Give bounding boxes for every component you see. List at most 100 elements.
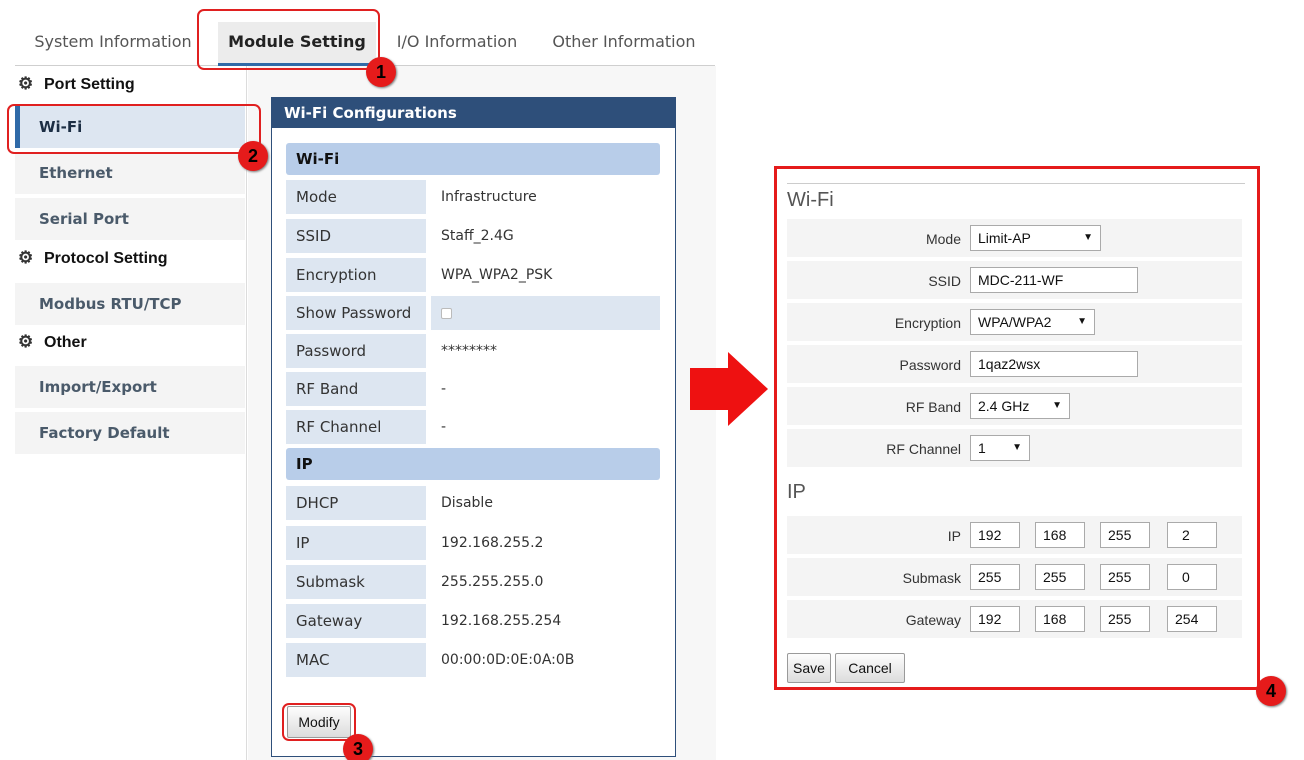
info-row-password: Password ******** — [286, 334, 660, 368]
row-label: Encryption — [286, 258, 426, 292]
form-row-ip: IP 192 168 255 2 — [787, 516, 1242, 556]
encryption-select[interactable]: WPA/WPA2 ▼ — [970, 309, 1095, 335]
row-value: Disable — [441, 495, 493, 511]
select-value: 2.4 GHz — [978, 398, 1030, 414]
form-row-encryption: Encryption WPA/WPA2 ▼ — [787, 303, 1242, 343]
row-label: Gateway — [286, 604, 426, 638]
row-value: - — [441, 419, 447, 435]
ip-octet-2-input[interactable]: 168 — [1035, 522, 1085, 548]
row-value: Staff_2.4G — [441, 228, 514, 244]
row-value: - — [441, 381, 447, 397]
submask-octet-2-input[interactable]: 255 — [1035, 564, 1085, 590]
row-value: ******** — [441, 343, 497, 359]
form-row-mode: Mode Limit-AP ▼ — [787, 219, 1242, 259]
info-row-ip: IP 192.168.255.2 — [286, 526, 660, 560]
form-row-submask: Submask 255 255 255 0 — [787, 558, 1242, 598]
row-value: 00:00:0D:0E:0A:0B — [441, 652, 575, 668]
step-badge-3: 3 — [343, 734, 373, 760]
sidebar: ⚙ Port Setting Wi-Fi Ethernet Serial Port… — [15, 66, 247, 760]
info-row-mac: MAC 00:00:0D:0E:0A:0B — [286, 643, 660, 677]
gear-icon: ⚙ — [18, 74, 34, 93]
sidebar-item-label: Modbus RTU/TCP — [39, 295, 182, 313]
step-badge-4: 4 — [1256, 676, 1286, 706]
row-value: Infrastructure — [441, 189, 537, 205]
step-badge-2: 2 — [238, 141, 268, 171]
sidebar-item-label: Serial Port — [39, 210, 129, 228]
caret-down-icon: ▼ — [1052, 400, 1062, 411]
sidebar-item-factory-default[interactable]: Factory Default — [15, 412, 245, 454]
info-row-gateway: Gateway 192.168.255.254 — [286, 604, 660, 638]
ip-octet-4-input[interactable]: 2 — [1167, 522, 1217, 548]
sidebar-item-serial-port[interactable]: Serial Port — [15, 198, 245, 240]
info-row-encryption: Encryption WPA_WPA2_PSK — [286, 258, 660, 292]
rf-channel-select[interactable]: 1 ▼ — [970, 435, 1030, 461]
sidebar-section-other: ⚙ Other — [18, 327, 87, 357]
ip-octet-3-input[interactable]: 255 — [1100, 522, 1150, 548]
panel-title: Wi-Fi Configurations — [272, 98, 675, 128]
row-label: Submask — [286, 565, 426, 599]
row-label: IP — [286, 526, 426, 560]
form-row-password: Password 1qaz2wsx — [787, 345, 1242, 385]
row-label: DHCP — [286, 486, 426, 520]
row-label: RF Channel — [286, 410, 426, 444]
sidebar-section-label: Other — [44, 334, 87, 351]
submask-octet-4-input[interactable]: 0 — [1167, 564, 1217, 590]
password-input[interactable]: 1qaz2wsx — [970, 351, 1138, 377]
gateway-octet-2-input[interactable]: 168 — [1035, 606, 1085, 632]
form-label: RF Band — [905, 399, 961, 415]
select-value: Limit-AP — [978, 230, 1031, 246]
gateway-octet-4-input[interactable]: 254 — [1167, 606, 1217, 632]
row-label: MAC — [286, 643, 426, 677]
form-label: Password — [899, 357, 961, 373]
submask-octet-1-input[interactable]: 255 — [970, 564, 1020, 590]
form-row-rf-channel: RF Channel 1 ▼ — [787, 429, 1242, 469]
info-row-rf-channel: RF Channel - — [286, 410, 660, 444]
caret-down-icon: ▼ — [1012, 442, 1022, 453]
caret-down-icon: ▼ — [1077, 316, 1087, 327]
save-button[interactable]: Save — [787, 653, 831, 683]
sidebar-item-import-export[interactable]: Import/Export — [15, 366, 245, 408]
form-row-rf-band: RF Band 2.4 GHz ▼ — [787, 387, 1242, 427]
caret-down-icon: ▼ — [1083, 232, 1093, 243]
gateway-octet-1-input[interactable]: 192 — [970, 606, 1020, 632]
tab-other-information[interactable]: Other Information — [535, 22, 713, 66]
mode-select[interactable]: Limit-AP ▼ — [970, 225, 1101, 251]
select-value: WPA/WPA2 — [978, 314, 1052, 330]
rf-band-select[interactable]: 2.4 GHz ▼ — [970, 393, 1070, 419]
form-row-gateway: Gateway 192 168 255 254 — [787, 600, 1242, 640]
sidebar-item-ethernet[interactable]: Ethernet — [15, 152, 245, 194]
submask-octet-3-input[interactable]: 255 — [1100, 564, 1150, 590]
step-badge-1: 1 — [366, 57, 396, 87]
gear-icon: ⚙ — [18, 248, 34, 267]
ip-octet-1-input[interactable]: 192 — [970, 522, 1020, 548]
row-label: Mode — [286, 180, 426, 214]
info-row-show-password: Show Password — [286, 296, 660, 330]
form-row-ssid: SSID MDC-211-WF — [787, 261, 1242, 301]
sidebar-section-protocol-setting: ⚙ Protocol Setting — [18, 243, 168, 273]
row-value: 192.168.255.254 — [441, 613, 562, 629]
info-row-mode: Mode Infrastructure — [286, 180, 660, 214]
sidebar-item-modbus[interactable]: Modbus RTU/TCP — [15, 283, 245, 325]
form-label: Mode — [925, 231, 961, 247]
wifi-edit-form: Wi-Fi Mode Limit-AP ▼ SSID MDC-211-WF Enc… — [774, 166, 1260, 690]
form-label: Gateway — [905, 612, 961, 628]
cancel-button[interactable]: Cancel — [835, 653, 905, 683]
tab-io-information[interactable]: I/O Information — [388, 22, 526, 66]
form-section-wifi: Wi-Fi — [787, 189, 834, 211]
divider — [787, 183, 1245, 184]
sidebar-item-label: Factory Default — [39, 424, 170, 442]
show-password-checkbox[interactable] — [441, 307, 452, 319]
group-header-wifi: Wi-Fi — [286, 143, 660, 175]
gear-icon: ⚙ — [18, 332, 34, 351]
tab-system-information[interactable]: System Information — [17, 22, 209, 66]
info-row-rf-band: RF Band - — [286, 372, 660, 406]
group-header-ip: IP — [286, 448, 660, 480]
form-label: Submask — [902, 570, 961, 586]
row-label: RF Band — [286, 372, 426, 406]
gateway-octet-3-input[interactable]: 255 — [1100, 606, 1150, 632]
highlight-modify-button — [282, 703, 356, 741]
ssid-input[interactable]: MDC-211-WF — [970, 267, 1138, 293]
row-value: 192.168.255.2 — [441, 535, 544, 551]
row-label: Password — [286, 334, 426, 368]
sidebar-section-label: Protocol Setting — [44, 250, 168, 267]
